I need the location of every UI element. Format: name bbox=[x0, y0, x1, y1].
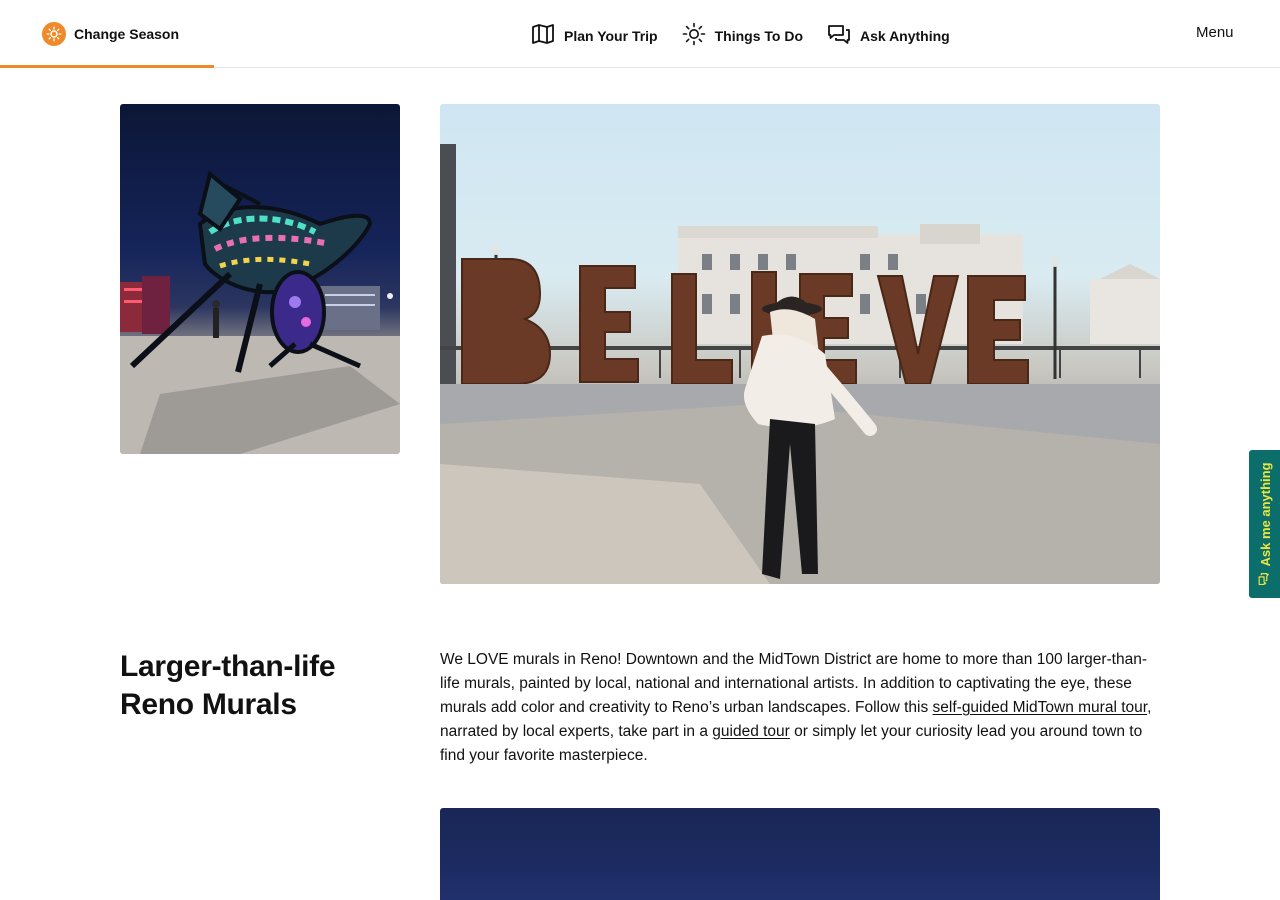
ask-tab-label: Ask me anything bbox=[1257, 462, 1272, 567]
chat-icon bbox=[1257, 573, 1273, 586]
section-paragraph: We LOVE murals in Reno! Downtown and the… bbox=[440, 648, 1156, 768]
nav-label: Ask Anything bbox=[860, 27, 950, 44]
sculpture-photo bbox=[120, 104, 400, 454]
chat-icon bbox=[827, 22, 851, 49]
nav-label: Plan Your Trip bbox=[564, 27, 658, 44]
main-nav: Plan Your Trip Things To Do Ask Anything bbox=[531, 22, 950, 49]
map-icon bbox=[531, 22, 555, 49]
active-tab-indicator bbox=[0, 65, 214, 68]
self-guided-tour-link[interactable]: self-guided MidTown mural tour bbox=[933, 699, 1148, 716]
guided-tour-link[interactable]: guided tour bbox=[712, 723, 790, 740]
sun-icon bbox=[682, 22, 706, 49]
section-heading: Larger-than-life Reno Murals bbox=[120, 650, 336, 721]
change-season-button[interactable]: Change Season bbox=[42, 21, 179, 47]
nav-label: Things To Do bbox=[714, 27, 804, 44]
change-season-label: Change Season bbox=[74, 26, 180, 42]
nav-ask-anything[interactable]: Ask Anything bbox=[827, 22, 950, 49]
ask-me-anything-tab[interactable]: Ask me anything bbox=[1249, 450, 1280, 598]
nav-things-to-do[interactable]: Things To Do bbox=[682, 22, 803, 49]
menu-button[interactable]: Menu bbox=[1196, 24, 1234, 41]
night-sky-photo bbox=[440, 808, 1160, 900]
sun-icon bbox=[42, 22, 66, 46]
site-header: Change Season Plan Your Trip Things To D… bbox=[0, 0, 1280, 68]
nav-plan-your-trip[interactable]: Plan Your Trip bbox=[531, 22, 658, 49]
believe-sign-photo bbox=[440, 104, 1160, 584]
